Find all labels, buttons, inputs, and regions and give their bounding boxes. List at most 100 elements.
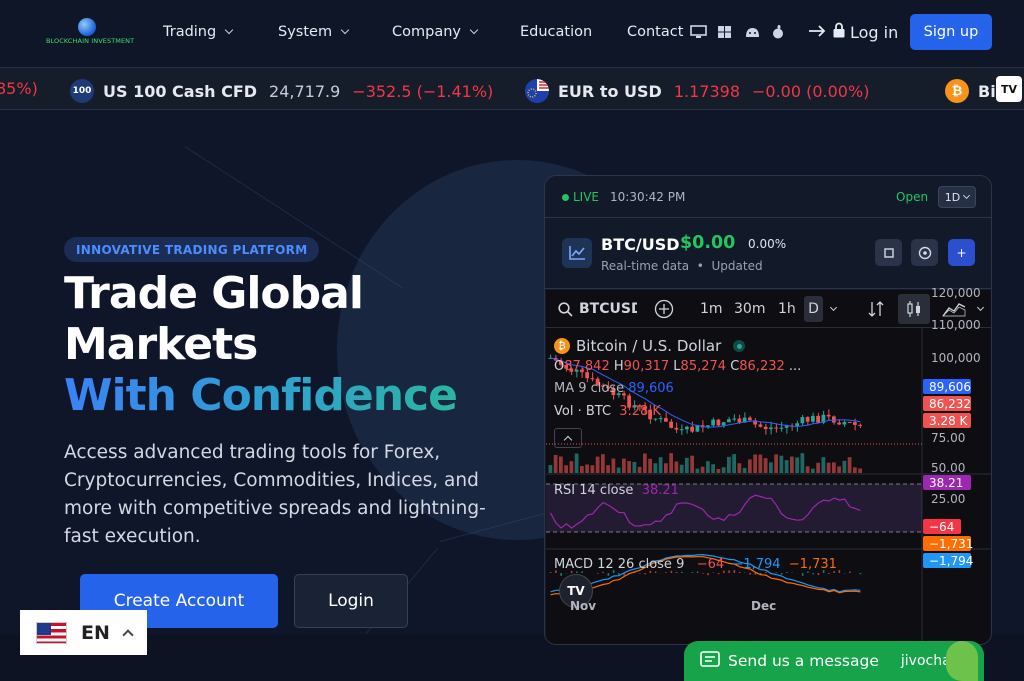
candles-icon[interactable] bbox=[898, 294, 930, 324]
collapse-legend-button[interactable] bbox=[554, 428, 582, 448]
candle-body bbox=[711, 419, 715, 426]
message-icon bbox=[700, 651, 720, 671]
chart-line-icon bbox=[562, 238, 592, 268]
symbol-search[interactable]: BTCUSD bbox=[558, 299, 637, 319]
volume-bar bbox=[637, 466, 642, 473]
volume-bar bbox=[700, 466, 705, 473]
chevron-down-icon bbox=[340, 25, 350, 35]
windows-icon[interactable] bbox=[717, 24, 734, 38]
login-button[interactable]: Login bbox=[294, 574, 408, 628]
tradingview-widget[interactable]: BTCUSD 1m 30m 1h D ₿ Bitcoin / U.S. Doll… bbox=[546, 286, 991, 644]
ticker-item[interactable]: 100 US 100 Cash CFD 24,717.9 −352.5 (−1.… bbox=[70, 79, 493, 103]
candle-body bbox=[774, 427, 778, 429]
chat-widget[interactable]: Send us a message jivochat bbox=[684, 641, 984, 681]
volume-bar bbox=[685, 457, 689, 473]
candle-body bbox=[832, 416, 836, 423]
stop-button[interactable] bbox=[875, 239, 902, 266]
candle-body bbox=[763, 426, 768, 430]
volume-bar bbox=[842, 460, 847, 473]
interval-more[interactable] bbox=[829, 299, 838, 319]
globe-logo-icon bbox=[78, 18, 96, 36]
volume-bar bbox=[690, 455, 694, 473]
login-link[interactable]: Log in bbox=[808, 22, 898, 42]
volume-bar bbox=[580, 465, 584, 473]
macd-line-tag: −1,794 bbox=[923, 553, 973, 568]
ticker-item[interactable]: EUR to USD 1.17398 −0.00 (0.00%) bbox=[525, 79, 869, 103]
card-status-bar: LIVE 10:30:42 PM Open 1D bbox=[545, 176, 991, 218]
candle-body bbox=[669, 421, 673, 428]
rsi-scale-label: 25.00 bbox=[931, 492, 966, 506]
volume-bar bbox=[790, 456, 794, 473]
volume-bar bbox=[669, 453, 673, 473]
volume-bar bbox=[658, 457, 663, 473]
site-header: BLOCKCHAIN INVESTMENT Trading System Com… bbox=[0, 0, 1024, 66]
volume-bar bbox=[805, 466, 810, 473]
interval-30m[interactable]: 30m bbox=[734, 299, 765, 319]
nav-contact[interactable]: Contact bbox=[627, 24, 683, 40]
volume-bar bbox=[616, 467, 621, 473]
candle-body bbox=[732, 418, 736, 420]
market-open-icon bbox=[733, 340, 746, 352]
rsi-legend: RSI 14 close 38.21 bbox=[554, 483, 679, 498]
tradingview-logo-icon[interactable]: TV bbox=[996, 76, 1022, 102]
macd-legend: MACD 12 26 close 9 −64 −1,794 −1,731 bbox=[554, 557, 837, 572]
indicators-compare-icon[interactable] bbox=[868, 299, 884, 319]
desktop-icon[interactable] bbox=[690, 24, 707, 38]
volume-bar bbox=[564, 465, 568, 473]
chevron-down-icon bbox=[224, 25, 234, 35]
logo[interactable]: BLOCKCHAIN INVESTMENT bbox=[46, 18, 142, 48]
x-axis-label: Nov bbox=[570, 599, 597, 613]
symbol-header: BTC/USD $0.00 0.00% Real-time data • Upd… bbox=[545, 219, 991, 289]
volume-bar bbox=[711, 464, 715, 473]
candle-body bbox=[847, 421, 852, 423]
nav-trading[interactable]: Trading bbox=[163, 24, 234, 40]
volume-bar bbox=[574, 453, 579, 473]
volume-bar bbox=[643, 453, 647, 473]
symbol-change: 0.00% bbox=[748, 237, 787, 251]
chat-label: Send us a message bbox=[728, 652, 879, 670]
nav-company[interactable]: Company bbox=[392, 24, 479, 40]
bitcoin-icon: ₿ bbox=[554, 338, 570, 354]
target-button[interactable] bbox=[911, 239, 938, 266]
volume-bar bbox=[769, 462, 773, 473]
rsi-tag: 38.21 bbox=[923, 475, 971, 490]
chart-type-more[interactable] bbox=[976, 299, 985, 319]
language-selector[interactable]: EN bbox=[20, 610, 147, 655]
interval-1h[interactable]: 1h bbox=[778, 299, 796, 319]
volume-bar bbox=[632, 461, 637, 473]
bitcoin-icon: ₿ bbox=[945, 79, 969, 103]
volume-bar bbox=[559, 456, 563, 473]
candle-body bbox=[748, 417, 752, 421]
volume-bar bbox=[569, 461, 574, 473]
volume-bar bbox=[590, 465, 595, 473]
macd-hist-tag: −64 bbox=[923, 519, 961, 534]
area-chart-icon[interactable] bbox=[942, 299, 966, 319]
lock-icon bbox=[832, 22, 846, 42]
android-icon[interactable] bbox=[744, 24, 761, 38]
candle-body bbox=[779, 427, 784, 429]
us-flag-icon bbox=[36, 621, 67, 644]
signup-button[interactable]: Sign up bbox=[910, 14, 992, 50]
volume-bar bbox=[653, 463, 658, 473]
timeframe-select[interactable]: 1D bbox=[938, 186, 976, 208]
ticker-item[interactable]: ₿ Bi bbox=[945, 79, 996, 103]
chevron-down-icon bbox=[976, 303, 985, 311]
candle-body bbox=[816, 415, 820, 423]
volume-bar bbox=[611, 458, 616, 473]
add-button[interactable]: + bbox=[948, 239, 975, 266]
interval-d[interactable]: D bbox=[804, 296, 823, 322]
candle-body bbox=[716, 419, 721, 426]
volume-bar bbox=[816, 462, 820, 473]
compare-add-button[interactable] bbox=[654, 299, 674, 319]
volume-bar bbox=[595, 456, 600, 473]
volume-bar bbox=[553, 454, 558, 473]
interval-1m[interactable]: 1m bbox=[700, 299, 723, 319]
volume-bar bbox=[853, 467, 857, 473]
nav-system[interactable]: System bbox=[278, 24, 350, 40]
rsi-scale-label: 50.00 bbox=[931, 461, 966, 475]
ticker-item[interactable]: 85%) bbox=[0, 79, 38, 98]
hero-badge: INNOVATIVE TRADING PLATFORM bbox=[64, 237, 320, 262]
nav-education[interactable]: Education bbox=[520, 24, 592, 40]
jivochat-logo-icon bbox=[946, 641, 978, 681]
apple-icon[interactable] bbox=[771, 24, 788, 39]
